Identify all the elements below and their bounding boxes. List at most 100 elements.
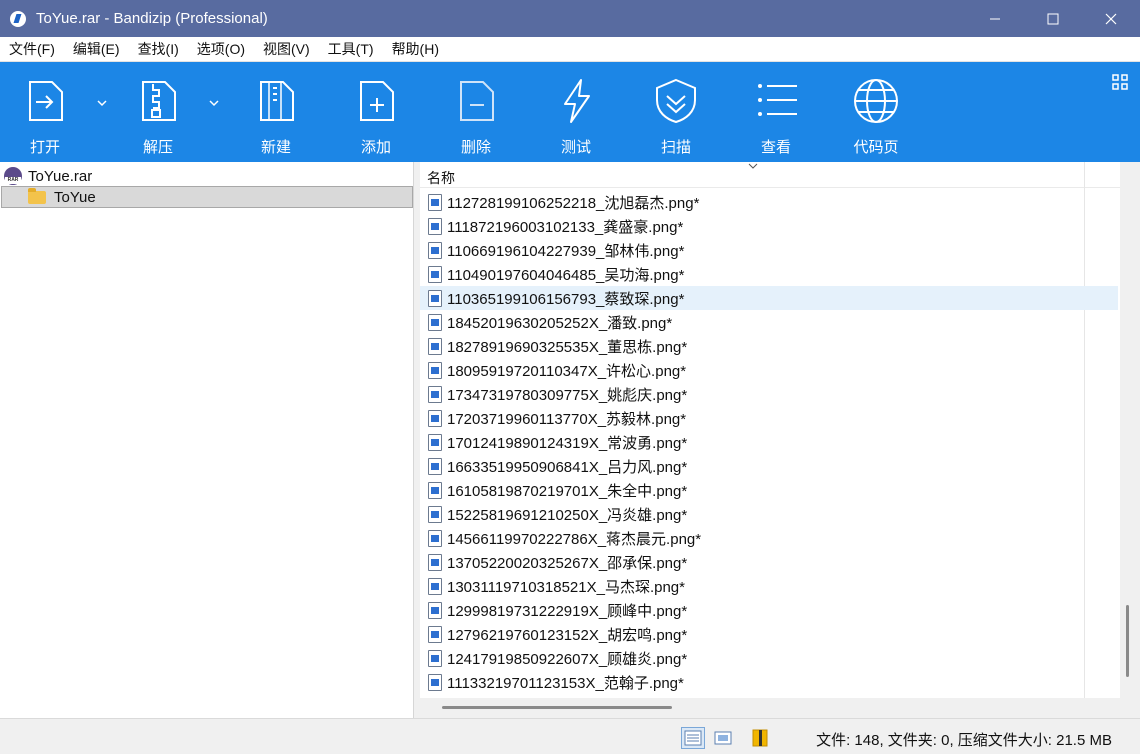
column-name-label: 名称 — [427, 170, 455, 186]
extract-label: 解压 — [142, 139, 173, 156]
file-name: 110490197604046485_吴功海.png* — [447, 266, 685, 284]
png-file-icon — [428, 505, 442, 523]
tree-root-archive[interactable]: ToYue.rar — [4, 166, 92, 186]
png-file-icon — [428, 529, 442, 547]
menu-tools[interactable]: 工具(T) — [319, 37, 383, 62]
png-file-icon — [428, 313, 442, 331]
codepage-button[interactable]: 代码页 — [831, 62, 921, 162]
column-header-name[interactable]: 名称 — [420, 162, 1120, 188]
menu-edit[interactable]: 编辑(E) — [64, 37, 129, 62]
file-row[interactable]: 112728199106252218_沈旭磊杰.png* — [420, 190, 1118, 214]
new-archive-button[interactable]: 新建 — [231, 62, 321, 162]
file-row[interactable]: 110490197604046485_吴功海.png* — [420, 262, 1118, 286]
file-name: 112728199106252218_沈旭磊杰.png* — [447, 194, 700, 212]
file-name: 13705220020325267X_邵承保.png* — [447, 554, 688, 572]
menu-options[interactable]: 选项(O) — [188, 37, 254, 62]
file-row[interactable]: 11133219701123153X_范翰子.png* — [420, 670, 1118, 694]
scan-button[interactable]: 扫描 — [631, 62, 721, 162]
toolbar: 打开 解压 新建 添加 删除 测试 扫描 查看 代码页 — [0, 62, 1140, 162]
new-archive-icon — [260, 81, 294, 121]
rar-archive-icon — [4, 167, 22, 185]
file-row[interactable]: 17203719960113770X_苏毅林.png* — [420, 406, 1118, 430]
extract-dropdown-chevron-icon[interactable] — [207, 96, 221, 110]
horizontal-scrollbar-thumb[interactable] — [442, 706, 672, 709]
view-button[interactable]: 查看 — [731, 62, 821, 162]
file-row[interactable]: 13031119710318521X_马杰琛.png* — [420, 574, 1118, 598]
file-row[interactable]: 111872196003102133_龚盛豪.png* — [420, 214, 1118, 238]
vertical-scrollbar-thumb[interactable] — [1126, 605, 1129, 677]
file-name: 17347319780309775X_姚彪庆.png* — [447, 386, 688, 404]
file-row[interactable]: 12999819731222919X_顾峰中.png* — [420, 598, 1118, 622]
file-name: 111872196003102133_龚盛豪.png* — [447, 218, 684, 236]
bandizip-app-icon[interactable] — [10, 10, 26, 27]
vertical-scrollbar[interactable] — [1120, 162, 1140, 718]
file-name: 13031119710318521X_马杰琛.png* — [447, 578, 685, 596]
open-dropdown-chevron-icon[interactable] — [95, 96, 109, 110]
status-text: 文件: 148, 文件夹: 0, 压缩文件大小: 21.5 MB — [816, 732, 1112, 749]
minimize-icon — [990, 18, 1000, 19]
thumbnail-view-toggle[interactable] — [711, 727, 735, 749]
details-view-toggle[interactable] — [681, 727, 705, 749]
file-row[interactable]: 17347319780309775X_姚彪庆.png* — [420, 382, 1118, 406]
tree-folder-label: ToYue — [54, 188, 96, 206]
menu-find[interactable]: 查找(I) — [129, 37, 188, 62]
file-row[interactable]: 13705220020325267X_邵承保.png* — [420, 550, 1118, 574]
menu-file[interactable]: 文件(F) — [0, 37, 64, 62]
tree-folder-toyue[interactable]: ToYue — [1, 186, 413, 208]
sort-chevron-down-icon — [748, 163, 758, 169]
list-view-icon — [758, 84, 797, 116]
png-file-icon — [428, 385, 442, 403]
menu-help[interactable]: 帮助(H) — [383, 37, 448, 62]
globe-icon — [854, 79, 898, 123]
file-name: 14566119970222786X_蒋杰晨元.png* — [447, 530, 702, 548]
png-file-icon — [428, 193, 442, 211]
file-name: 12999819731222919X_顾峰中.png* — [447, 602, 688, 620]
menu-view[interactable]: 视图(V) — [254, 37, 319, 62]
folder-icon — [28, 187, 46, 204]
file-name: 15225819691210250X_冯炎雄.png* — [447, 506, 688, 524]
delete-button[interactable]: 删除 — [431, 62, 521, 162]
file-row[interactable]: 12417919850922607X_顾雄炎.png* — [420, 646, 1118, 670]
file-row[interactable]: 15225819691210250X_冯炎雄.png* — [420, 502, 1118, 526]
minimize-button[interactable] — [966, 0, 1024, 37]
thumbnail-view-icon — [714, 731, 732, 745]
test-button[interactable]: 测试 — [531, 62, 621, 162]
file-name: 12417919850922607X_顾雄炎.png* — [447, 650, 688, 668]
codepage-label: 代码页 — [853, 139, 899, 156]
add-label: 添加 — [360, 139, 391, 156]
tree-root-label: ToYue.rar — [28, 167, 93, 185]
file-row[interactable]: 17012419890124319X_常波勇.png* — [420, 430, 1118, 454]
png-file-icon — [428, 433, 442, 451]
new-label: 新建 — [260, 139, 291, 156]
maximize-button[interactable] — [1024, 0, 1082, 37]
folder-tree-pane: ToYue.rar ToYue — [0, 162, 414, 718]
layout-options-icon[interactable] — [1112, 74, 1128, 90]
open-label: 打开 — [29, 139, 60, 156]
png-file-icon — [428, 673, 442, 691]
file-row[interactable]: 16105819870219701X_朱全中.png* — [420, 478, 1118, 502]
png-file-icon — [428, 409, 442, 427]
close-icon — [1105, 13, 1117, 24]
open-button[interactable]: 打开 — [0, 62, 90, 162]
file-name: 110669196104227939_邹林伟.png* — [447, 242, 685, 260]
archive-info-icon[interactable] — [751, 728, 769, 748]
close-button[interactable] — [1082, 0, 1140, 37]
file-row[interactable]: 18095919720110347X_许松心.png* — [420, 358, 1118, 382]
file-row[interactable]: 18278919690325535X_董思栋.png* — [420, 334, 1118, 358]
file-row[interactable]: 14566119970222786X_蒋杰晨元.png* — [420, 526, 1118, 550]
file-row[interactable]: 110365199106156793_蔡致琛.png* — [420, 286, 1118, 310]
file-name: 16105819870219701X_朱全中.png* — [447, 482, 688, 500]
png-file-icon — [428, 289, 442, 307]
extract-button[interactable]: 解压 — [113, 62, 203, 162]
add-button[interactable]: 添加 — [331, 62, 421, 162]
file-name: 18452019630205252X_潘致.png* — [447, 314, 673, 332]
lightning-icon — [564, 79, 590, 123]
shield-icon — [656, 78, 696, 124]
file-row[interactable]: 110669196104227939_邹林伟.png* — [420, 238, 1118, 262]
horizontal-scrollbar[interactable] — [420, 698, 1120, 718]
details-view-icon — [684, 730, 702, 746]
file-name: 110365199106156793_蔡致琛.png* — [447, 290, 685, 308]
file-row[interactable]: 12796219760123152X_胡宏鸣.png* — [420, 622, 1118, 646]
file-row[interactable]: 16633519950906841X_吕力风.png* — [420, 454, 1118, 478]
file-row[interactable]: 18452019630205252X_潘致.png* — [420, 310, 1118, 334]
